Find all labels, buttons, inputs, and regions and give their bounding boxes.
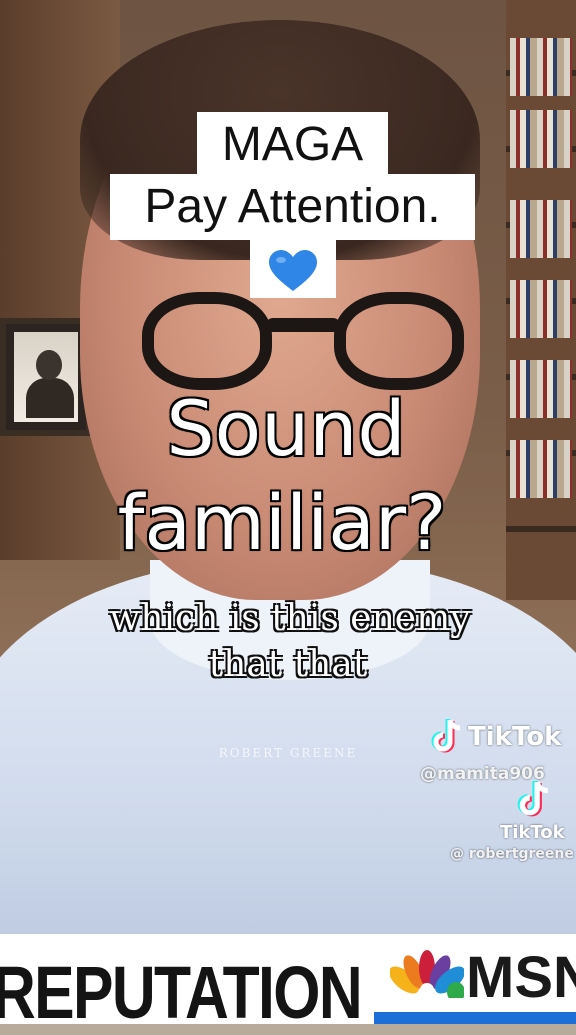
- news-ticker-text: REPUTATION: [0, 951, 363, 1034]
- glasses-right-lens: [334, 292, 464, 390]
- peacock-logo-icon: [390, 950, 464, 998]
- tiktok-label-2: TikTok: [500, 822, 565, 843]
- overlay-label-maga: MAGA: [197, 112, 388, 174]
- tiktok-logo-icon: [431, 719, 461, 753]
- ticker-accent-strip: [374, 1012, 576, 1024]
- glasses-left-lens: [142, 292, 272, 390]
- overlay-label-heart: [250, 240, 336, 298]
- tiktok-handle-2: @ robertgreene: [450, 846, 574, 862]
- subtitle-line-2: that that: [208, 644, 368, 685]
- tiktok-logo-icon: [517, 781, 548, 817]
- network-logo-text: MSN: [466, 945, 576, 1010]
- caption-line-1: Sound: [165, 383, 407, 475]
- overlay-label-pay-attention: Pay Attention.: [110, 174, 475, 240]
- blue-heart-icon: [269, 250, 317, 291]
- tiktok-label-1: TikTok: [468, 722, 562, 752]
- subtitle-line-1: which is this enemy: [109, 598, 471, 639]
- glasses-bridge: [266, 318, 340, 332]
- caption-line-2: familiar?: [116, 477, 448, 569]
